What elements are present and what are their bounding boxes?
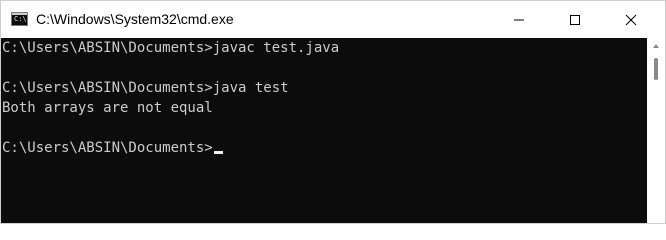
title-bar[interactable]: C:\ C:\Windows\System32\cmd.exe [1, 1, 665, 38]
cmd-window: C:\ C:\Windows\System32\cmd.exe C:\Users… [0, 0, 666, 224]
console-prompt-line[interactable]: C:\Users\ABSIN\Documents> [2, 139, 223, 157]
close-button[interactable] [608, 1, 654, 38]
text-cursor [213, 151, 223, 154]
console-prompt: C:\Users\ABSIN\Documents> [2, 140, 213, 156]
console-line-program-output: Both arrays are not equal [2, 100, 213, 116]
console-output[interactable]: C:\Users\ABSIN\Documents>javac test.java… [1, 38, 647, 223]
cmd-icon-glyph: C:\ [14, 15, 27, 23]
maximize-icon [570, 14, 580, 25]
close-icon [625, 14, 637, 25]
scroll-up-button[interactable] [647, 38, 665, 54]
scrollbar-thumb[interactable] [654, 58, 658, 80]
cmd-icon: C:\ [11, 12, 28, 26]
vertical-scrollbar[interactable] [647, 38, 665, 223]
console-line-run-command: C:\Users\ABSIN\Documents>java test [2, 80, 289, 96]
window-title: C:\Windows\System32\cmd.exe [36, 11, 234, 27]
maximize-button[interactable] [552, 1, 598, 38]
chevron-up-icon [653, 44, 659, 48]
console-line-compile-command: C:\Users\ABSIN\Documents>javac test.java [2, 40, 340, 56]
minimize-button[interactable] [496, 1, 542, 38]
minimize-icon [514, 19, 524, 20]
